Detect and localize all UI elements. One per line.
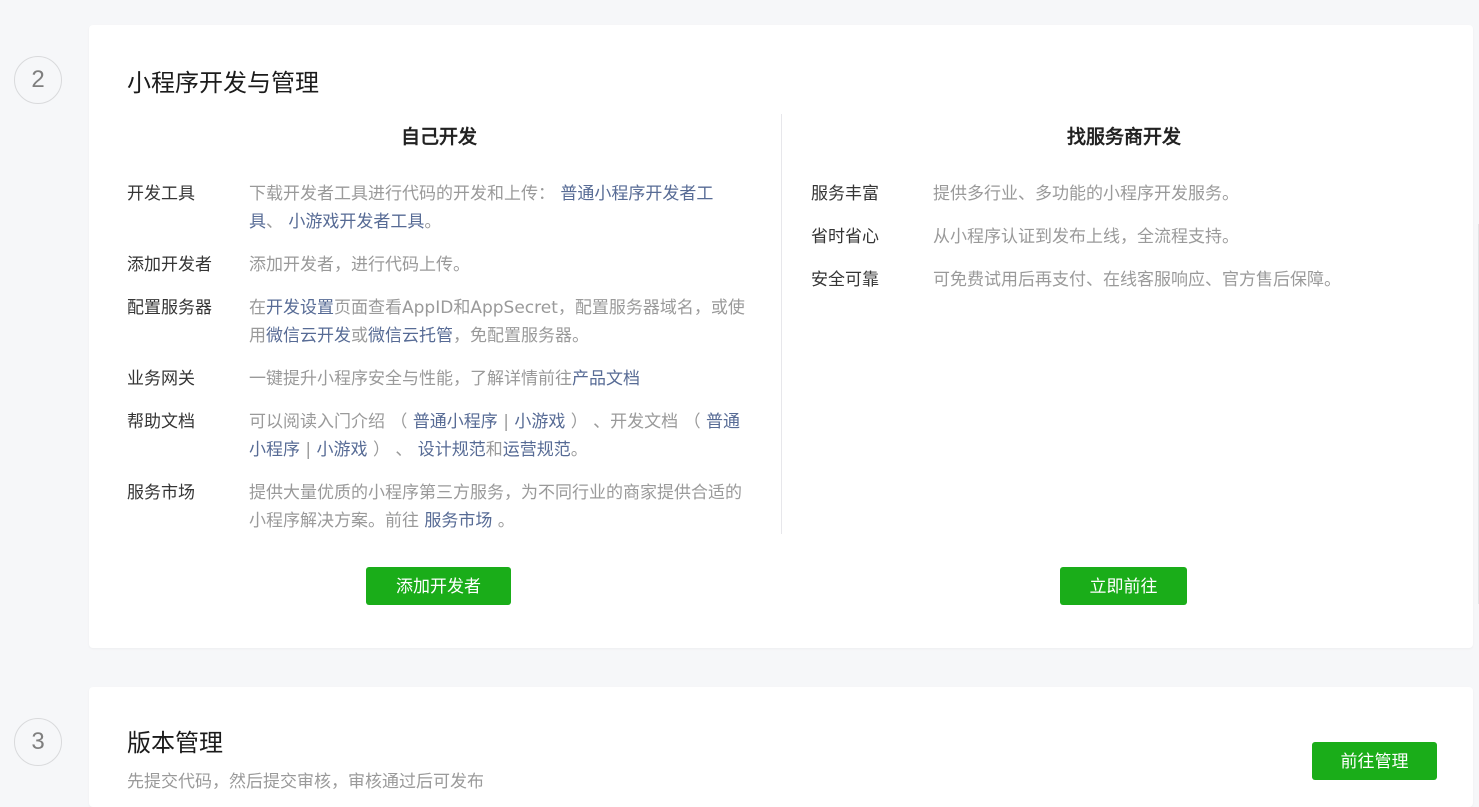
service-provider-row-description: 从小程序认证到发布上线，全流程支持。: [933, 223, 1431, 251]
self-develop-row: 添加开发者 添加开发者，进行代码上传。: [127, 251, 747, 279]
doc-link[interactable]: 普通小程序: [413, 412, 498, 432]
service-provider-row-description: 提供多行业、多功能的小程序开发服务。: [933, 180, 1431, 208]
column-divider: [781, 114, 782, 534]
version-management-description: 先提交代码，然后提交审核，审核通过后可发布: [127, 772, 484, 792]
service-provider-row-label: 服务丰富: [811, 184, 879, 204]
step-number-2: 2: [14, 56, 62, 104]
description-text: 提供多行业、多功能的小程序开发服务。: [933, 184, 1239, 204]
description-text: 。: [570, 440, 588, 460]
description-text: 、: [266, 212, 289, 232]
description-text: 可免费试用后再支付、在线客服响应、官方售后保障。: [933, 270, 1341, 290]
description-text: |: [497, 412, 515, 432]
self-develop-row: 开发工具 下载开发者工具进行代码的开发和上传： 普通小程序开发者工具、 小游戏开发…: [127, 180, 747, 236]
description-text: 在: [249, 298, 266, 318]
card-title-dev-management: 小程序开发与管理: [127, 69, 319, 97]
service-provider-list: 服务丰富 提供多行业、多功能的小程序开发服务。省时省心 从小程序认证到发布上线，全流…: [811, 180, 1431, 309]
step-number-3: 3: [14, 718, 62, 766]
self-develop-row-description: 在开发设置页面查看AppID和AppSecret，配置服务器域名，或使用微信云开…: [249, 294, 747, 350]
version-management-card: 版本管理 先提交代码，然后提交审核，审核通过后可发布 前往管理: [89, 687, 1473, 807]
self-develop-row-label: 服务市场: [127, 483, 195, 503]
service-provider-row-description: 可免费试用后再支付、在线客服响应、官方售后保障。: [933, 266, 1431, 294]
self-develop-row-description: 下载开发者工具进行代码的开发和上传： 普通小程序开发者工具、 小游戏开发者工具。: [249, 180, 747, 236]
self-develop-row: 配置服务器 在开发设置页面查看AppID和AppSecret，配置服务器域名，或使…: [127, 294, 747, 350]
self-develop-row-description: 提供大量优质的小程序第三方服务，为不同行业的商家提供合适的小程序解决方案。前往 …: [249, 479, 747, 535]
self-develop-row: 帮助文档 可以阅读入门介绍 （ 普通小程序 | 小游戏 ） 、开发文档 （ 普通小…: [127, 408, 747, 464]
service-provider-row: 省时省心 从小程序认证到发布上线，全流程支持。: [811, 223, 1431, 251]
self-develop-row-description: 一键提升小程序安全与性能，了解详情前往产品文档: [249, 365, 747, 393]
description-text: 。: [424, 212, 442, 232]
service-provider-row: 服务丰富 提供多行业、多功能的小程序开发服务。: [811, 180, 1431, 208]
service-provider-title: 找服务商开发: [1066, 126, 1181, 148]
doc-link[interactable]: 开发设置: [266, 298, 334, 318]
description-text: 从小程序认证到发布上线，全流程支持。: [933, 227, 1239, 247]
service-provider-row-label: 安全可靠: [811, 270, 879, 290]
description-text: 一键提升小程序安全与性能，了解详情前往: [249, 369, 572, 389]
self-develop-row: 业务网关 一键提升小程序安全与性能，了解详情前往产品文档: [127, 365, 747, 393]
self-develop-title: 自己开发: [400, 126, 477, 148]
doc-link[interactable]: 小游戏: [514, 412, 565, 432]
self-develop-row-description: 添加开发者，进行代码上传。: [249, 251, 747, 279]
self-develop-row-label: 配置服务器: [127, 298, 212, 318]
doc-link[interactable]: 小游戏: [317, 440, 368, 460]
doc-link[interactable]: 服务市场: [424, 511, 492, 531]
description-text: |: [300, 440, 317, 460]
description-text: 。: [492, 511, 515, 531]
description-text: 和: [485, 440, 503, 460]
doc-link[interactable]: 运营规范: [503, 440, 571, 460]
description-text: ） 、: [367, 440, 418, 460]
description-text: 可以阅读入门介绍 （: [249, 412, 413, 432]
doc-link[interactable]: 产品文档: [572, 369, 640, 389]
dev-management-card: 小程序开发与管理 自己开发 找服务商开发 开发工具 下载开发者工具进行代码的开发和…: [89, 25, 1473, 648]
self-develop-row-label: 业务网关: [127, 369, 195, 389]
self-develop-list: 开发工具 下载开发者工具进行代码的开发和上传： 普通小程序开发者工具、 小游戏开发…: [127, 180, 747, 535]
self-develop-row: 服务市场 提供大量优质的小程序第三方服务，为不同行业的商家提供合适的小程序解决方案…: [127, 479, 747, 535]
service-provider-row: 安全可靠 可免费试用后再支付、在线客服响应、官方售后保障。: [811, 266, 1431, 294]
card-title-version-management: 版本管理: [127, 729, 223, 757]
description-text: 添加开发者，进行代码上传。: [249, 255, 470, 275]
service-provider-row-label: 省时省心: [811, 227, 879, 247]
doc-link[interactable]: 微信云开发: [266, 326, 351, 346]
self-develop-row-label: 开发工具: [127, 184, 195, 204]
go-now-button[interactable]: 立即前往: [1060, 567, 1187, 605]
self-develop-row-description: 可以阅读入门介绍 （ 普通小程序 | 小游戏 ） 、开发文档 （ 普通小程序 |…: [249, 408, 747, 464]
go-manage-button[interactable]: 前往管理: [1312, 742, 1437, 780]
add-developer-button[interactable]: 添加开发者: [366, 567, 511, 605]
self-develop-row-label: 帮助文档: [127, 412, 195, 432]
description-text: 或: [351, 326, 368, 346]
description-text: ，免配置服务器。: [453, 326, 589, 346]
doc-link[interactable]: 设计规范: [418, 440, 486, 460]
description-text: 下载开发者工具进行代码的开发和上传：: [249, 184, 561, 204]
doc-link[interactable]: 小游戏开发者工具: [288, 212, 424, 232]
description-text: ） 、开发文档 （: [565, 412, 706, 432]
self-develop-row-label: 添加开发者: [127, 255, 212, 275]
doc-link[interactable]: 微信云托管: [368, 326, 453, 346]
